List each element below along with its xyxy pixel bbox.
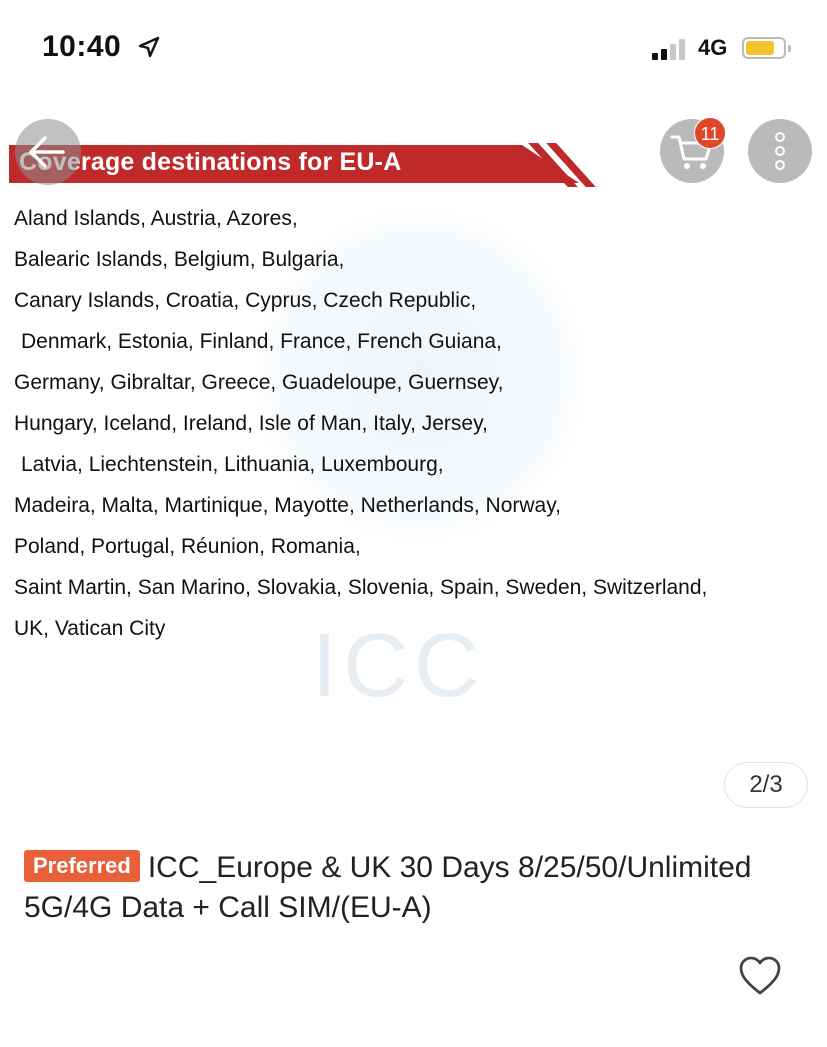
country-line: Canary Islands, Croatia, Cyprus, Czech R… [14, 289, 477, 312]
more-dot [775, 146, 785, 156]
back-arrow-icon [29, 136, 65, 168]
favorite-button[interactable] [737, 954, 783, 998]
country-line: Hungary, Iceland, Ireland, Isle of Man, … [14, 412, 488, 435]
country-line: Balearic Islands, Belgium, Bulgaria, [14, 248, 345, 271]
country-line: Madeira, Malta, Martinique, Mayotte, Net… [14, 494, 562, 517]
back-button[interactable] [15, 119, 81, 185]
more-dot [775, 160, 785, 170]
preferred-badge: Preferred [24, 850, 140, 882]
country-line: Latvia, Liechtenstein, Lithuania, Luxemb… [21, 453, 444, 476]
signal-icon [652, 38, 690, 60]
cart-count-badge: 11 [694, 117, 726, 149]
heart-icon [739, 956, 781, 995]
more-dot [775, 132, 785, 142]
more-button[interactable] [748, 119, 812, 183]
country-line: Poland, Portugal, Réunion, Romania, [14, 535, 361, 558]
country-line: Denmark, Estonia, Finland, France, Frenc… [21, 330, 502, 353]
status-time: 10:40 [42, 30, 122, 63]
country-line: Germany, Gibraltar, Greece, Guadeloupe, … [14, 371, 504, 394]
image-page-indicator: 2/3 [724, 762, 808, 808]
country-line: Aland Islands, Austria, Azores, [14, 207, 298, 230]
location-arrow-icon [138, 36, 160, 58]
country-line: Saint Martin, San Marino, Slovakia, Slov… [14, 576, 708, 599]
network-type: 4G [698, 35, 728, 60]
country-line: UK, Vatican City [14, 617, 166, 640]
battery-icon [742, 37, 791, 59]
country-list: Aland Islands, Austria, Azores, Balearic… [14, 204, 827, 655]
product-title-block: Preferred ICC_Europe & UK 30 Days 8/25/50… [24, 848, 814, 928]
